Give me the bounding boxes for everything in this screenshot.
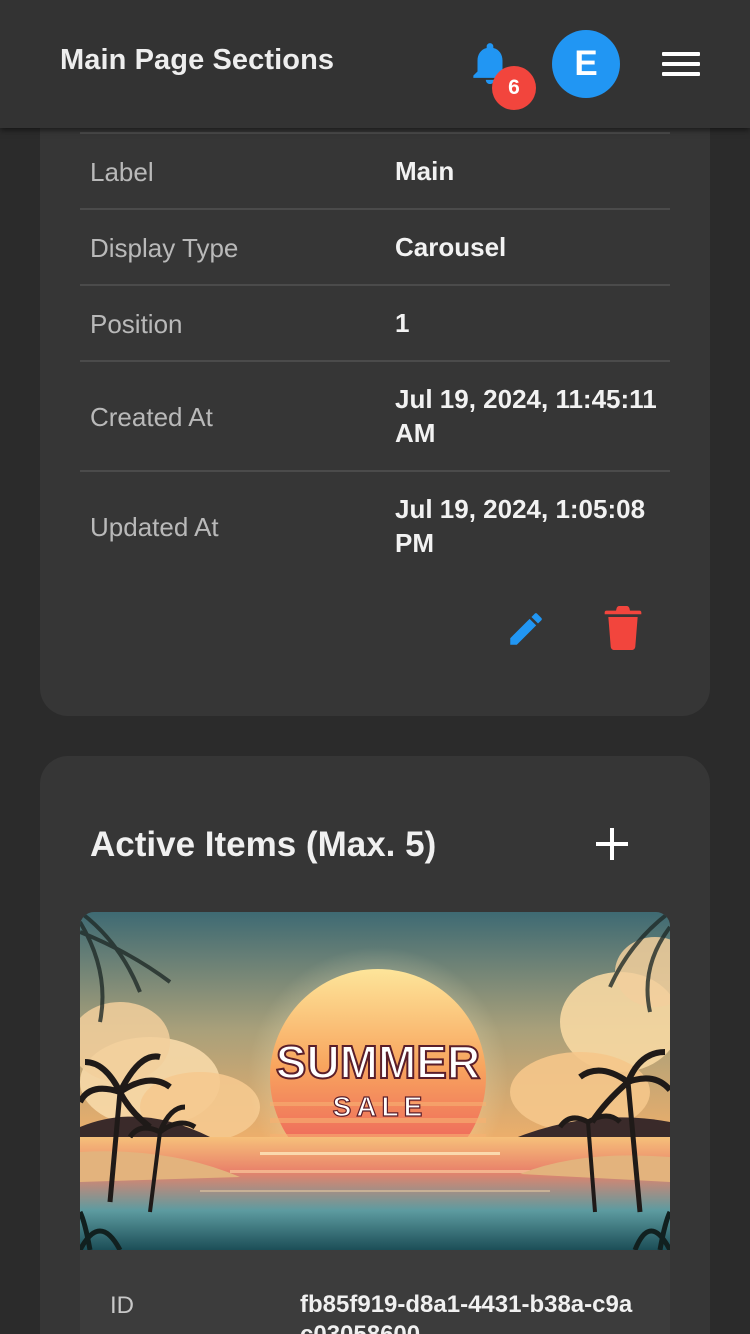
banner-text-summer: SUMMER xyxy=(276,1036,480,1088)
avatar[interactable]: E xyxy=(552,30,620,98)
edit-icon[interactable] xyxy=(505,608,547,650)
banner-text-sale: SALE xyxy=(333,1091,428,1122)
active-items-title: Active Items (Max. 5) xyxy=(90,825,437,864)
add-icon[interactable] xyxy=(594,826,630,862)
item-id-label: ID xyxy=(110,1292,134,1319)
detail-label: Position xyxy=(90,309,183,339)
menu-icon[interactable] xyxy=(662,50,702,78)
detail-row-position: Position 1 xyxy=(80,284,670,360)
detail-label: Updated At xyxy=(90,512,219,542)
app-bar: Main Page Sections 6 E xyxy=(0,0,750,128)
detail-value: Jul 19, 2024, 1:05:08 PM xyxy=(395,494,646,558)
detail-value: Jul 19, 2024, 11:45:11 AM xyxy=(395,384,657,448)
item-banner-image[interactable]: SUMMER SALE xyxy=(80,912,670,1250)
detail-label: Created At xyxy=(90,402,213,432)
detail-label: Display Type xyxy=(90,233,239,263)
detail-row-updated-at: Updated At Jul 19, 2024, 1:05:08 PM xyxy=(80,470,670,580)
item-id-value: fb85f919-d8a1-4431-b38a-c9ac03058600 xyxy=(300,1291,633,1334)
delete-icon[interactable] xyxy=(604,606,642,650)
detail-label: Label xyxy=(90,157,154,187)
detail-row-label: Label Main xyxy=(80,132,670,208)
detail-value: Main xyxy=(395,156,455,186)
detail-value: Carousel xyxy=(395,232,507,262)
page-title: Main Page Sections xyxy=(60,44,335,76)
notification-badge: 6 xyxy=(492,66,536,110)
detail-value: 1 xyxy=(395,308,410,338)
page: Main Page Sections 6 E Label Main Displa… xyxy=(0,0,750,1334)
detail-row-display-type: Display Type Carousel xyxy=(80,208,670,284)
detail-row-created-at: Created At Jul 19, 2024, 11:45:11 AM xyxy=(80,360,670,470)
